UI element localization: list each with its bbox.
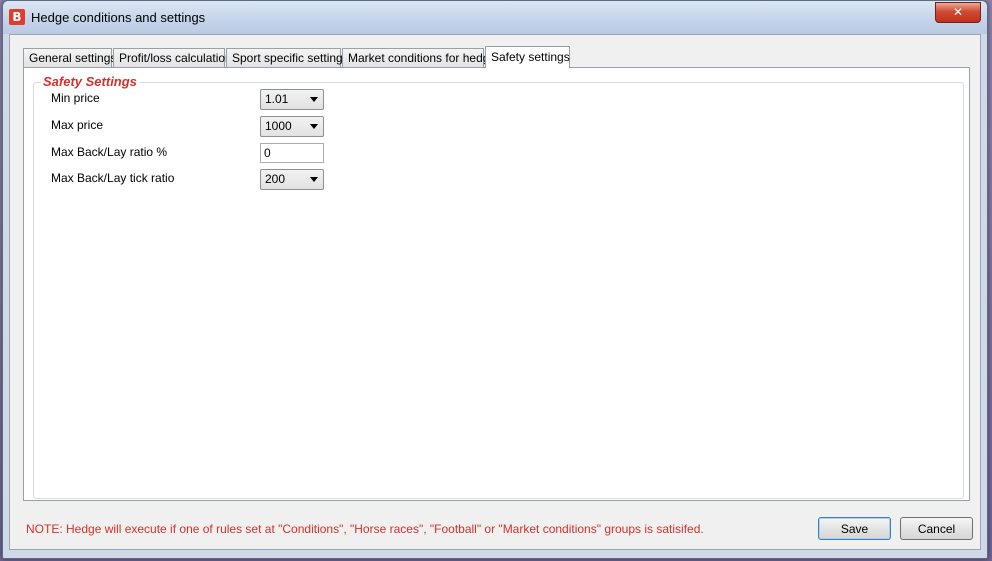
- min-price-value: 1.01: [265, 92, 289, 106]
- max-price-label: Max price: [51, 118, 104, 132]
- max-back-lay-ratio-label: Max Back/Lay ratio %: [51, 145, 168, 159]
- save-button[interactable]: Save: [818, 517, 891, 540]
- chevron-down-icon: [310, 97, 318, 102]
- max-price-select[interactable]: 1000: [260, 116, 324, 137]
- safety-settings-group: Safety Settings Min price 1.01 Max price…: [33, 74, 964, 499]
- chevron-down-icon: [310, 124, 318, 129]
- window-title: Hedge conditions and settings: [31, 10, 206, 25]
- safety-settings-panel: Safety Settings Min price 1.01 Max price…: [23, 67, 970, 501]
- hedge-note: NOTE: Hedge will execute if one of rules…: [26, 522, 704, 536]
- tab-market-conditions-for-hedge[interactable]: Market conditions for hedge: [342, 48, 496, 67]
- close-icon[interactable]: ✕: [935, 2, 981, 23]
- hedge-settings-dialog: B Hedge conditions and settings ✕ Genera…: [2, 0, 988, 559]
- max-back-lay-ratio-input[interactable]: [260, 143, 324, 163]
- dialog-client-area: General settings Profit/loss calculation…: [9, 34, 981, 550]
- tab-safety-settings[interactable]: Safety settings: [485, 46, 570, 68]
- max-back-lay-tick-ratio-label: Max Back/Lay tick ratio: [51, 171, 175, 185]
- min-price-label: Min price: [51, 91, 100, 105]
- min-price-select[interactable]: 1.01: [260, 89, 324, 110]
- title-bar[interactable]: B Hedge conditions and settings ✕: [3, 1, 987, 34]
- cancel-button[interactable]: Cancel: [900, 517, 973, 540]
- max-price-value: 1000: [265, 119, 292, 133]
- max-back-lay-tick-ratio-value: 200: [265, 172, 286, 186]
- tab-general-settings[interactable]: General settings: [23, 48, 116, 67]
- max-back-lay-tick-ratio-select[interactable]: 200: [260, 169, 324, 190]
- tab-sport-specific-settings[interactable]: Sport specific settings: [226, 48, 349, 67]
- chevron-down-icon: [310, 177, 318, 182]
- tab-profit-loss-calculation[interactable]: Profit/loss calculation: [113, 48, 232, 67]
- group-title: Safety Settings: [41, 74, 139, 89]
- app-logo-icon: B: [9, 9, 25, 25]
